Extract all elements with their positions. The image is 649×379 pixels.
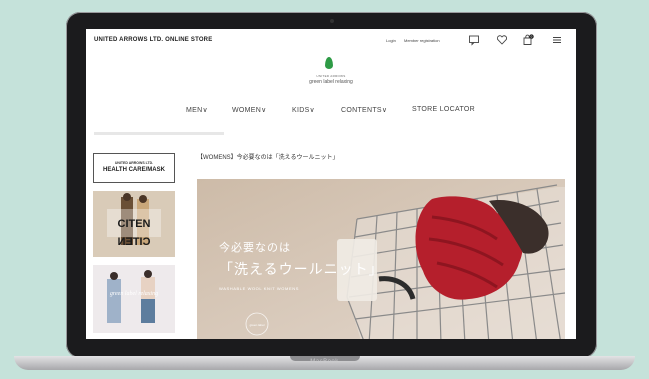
article-title[interactable]: 【WOMENS】今必要なのは「洗えるウールニット」 xyxy=(197,152,339,161)
cart-icon[interactable]: 0 xyxy=(522,34,534,46)
logo-subtitle: UNITED ARROWS xyxy=(316,74,346,78)
logo-title[interactable]: green label relaxing xyxy=(86,79,576,85)
member-registration-link[interactable]: Member registration xyxy=(404,38,440,43)
menu-icon[interactable] xyxy=(551,34,563,46)
hero-headline-1: 今必要なのは xyxy=(219,242,291,254)
banner-line2: HEALTH CARE/MASK xyxy=(103,167,165,173)
editorial-script-text: green label relaxing xyxy=(110,291,158,297)
store-name-link[interactable]: UNITED ARROWS LTD. ONLINE STORE xyxy=(94,37,212,43)
svg-text:CITEN: CITEN xyxy=(117,236,150,248)
browser-screen: UNITED ARROWS LTD. ONLINE STORE Login Me… xyxy=(86,29,576,339)
citen-image: CITEN CITEN xyxy=(93,191,175,257)
leaf-logo-icon[interactable] xyxy=(325,57,333,69)
nav-contents[interactable]: CONTENTS∨ xyxy=(341,106,387,114)
editorial-banner[interactable]: green label relaxing xyxy=(93,265,175,333)
chat-icon[interactable] xyxy=(468,34,480,46)
heart-icon[interactable] xyxy=(496,34,508,46)
hero-headline-2: 「洗えるウールニット」 xyxy=(219,261,384,277)
nav-men[interactable]: MEN∨ xyxy=(186,106,208,114)
hero-banner[interactable]: green label 今必要なのは 「洗えるウールニット」 WASHABLE … xyxy=(197,179,565,339)
nav-kids[interactable]: KIDS∨ xyxy=(292,106,315,114)
device-label: MacBook xyxy=(310,359,339,365)
nav-women[interactable]: WOMEN∨ xyxy=(232,106,267,114)
camera xyxy=(330,19,334,23)
hero-caption: WASHABLE WOOL KNIT WOMENS xyxy=(219,286,299,291)
top-bar: UNITED ARROWS LTD. ONLINE STORE Login Me… xyxy=(86,29,576,51)
breadcrumb xyxy=(94,132,224,135)
editorial-image: green label relaxing xyxy=(93,265,175,333)
health-care-banner[interactable]: UNITED ARROWS LTD. HEALTH CARE/MASK xyxy=(93,153,175,183)
citen-banner[interactable]: CITEN CITEN xyxy=(93,191,175,257)
banner-line1: UNITED ARROWS LTD. xyxy=(114,161,154,165)
nav-store-locator[interactable]: STORE LOCATOR xyxy=(412,106,475,113)
login-link[interactable]: Login xyxy=(386,38,396,43)
citen-logo-text: CITEN xyxy=(118,218,151,230)
svg-text:green label: green label xyxy=(250,323,265,327)
